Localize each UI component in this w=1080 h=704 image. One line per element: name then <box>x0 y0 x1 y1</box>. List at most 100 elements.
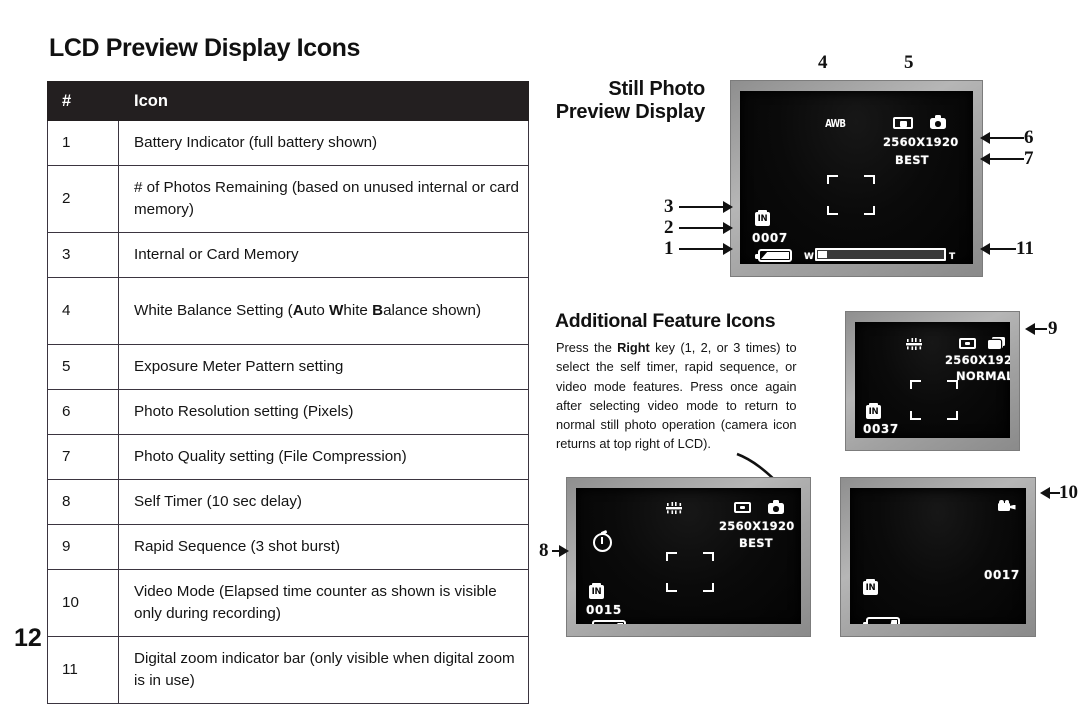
row-number: 2 <box>47 165 119 233</box>
row-number: 7 <box>47 434 119 480</box>
burst-frame-3 <box>988 340 1001 349</box>
callout-8: 8 <box>539 540 549 561</box>
table-header-icon: Icon <box>118 81 529 121</box>
focus-bracket-bottom-right <box>947 411 958 420</box>
row-number: 10 <box>47 569 119 637</box>
callout-9-line <box>1035 328 1047 330</box>
elapsed-counter-value: 0017 <box>984 568 1020 582</box>
table-row: 7 Photo Quality setting (File Compressio… <box>47 434 529 480</box>
rapid-sequence-lcd-frame: 2560X1920 NORMAL IN 0037 <box>845 311 1020 451</box>
rapid-sequence-icon <box>988 337 1005 349</box>
callout-2: 2 <box>664 217 674 238</box>
quality-value: BEST <box>895 153 929 167</box>
white-balance-icon <box>666 502 682 514</box>
callout-10: 10 <box>1059 482 1078 503</box>
row-number: 6 <box>47 389 119 435</box>
table-header-row: # Icon <box>47 81 529 121</box>
still-photo-lcd-screen: AWB 2560X1920 BEST IN 0007 W T <box>740 91 973 264</box>
row-number: 11 <box>47 636 119 704</box>
memory-in-icon: IN <box>755 209 770 226</box>
camera-mode-icon <box>930 115 946 129</box>
focus-brackets-icon <box>827 175 875 215</box>
spot-meter-icon <box>734 502 751 513</box>
table-row: 4 White Balance Setting (Auto White Bala… <box>47 277 529 345</box>
table-row: 1 Battery Indicator (full battery shown) <box>47 120 529 166</box>
focus-bracket-bottom-left <box>827 206 838 215</box>
row-number: 8 <box>47 479 119 525</box>
row-description: Self Timer (10 sec delay) <box>118 479 529 525</box>
rapid-sequence-lcd-screen: 2560X1920 NORMAL IN 0037 <box>855 322 1010 438</box>
callout-5: 5 <box>904 52 914 73</box>
focus-brackets-icon <box>910 380 958 420</box>
row-description: Digital zoom indicator bar (only visible… <box>118 636 529 704</box>
video-mode-icon <box>998 500 1016 512</box>
table-row: 11 Digital zoom indicator bar (only visi… <box>47 636 529 704</box>
photos-remaining-value: 0015 <box>586 603 622 617</box>
additional-feature-icons-heading: Additional Feature Icons <box>555 310 776 332</box>
focus-bracket-top-left <box>827 175 838 184</box>
table-row: 2 # of Photos Remaining (based on unused… <box>47 165 529 233</box>
callout-7-arrow-icon <box>980 153 990 165</box>
row-number: 4 <box>47 277 119 345</box>
battery-icon <box>755 249 792 262</box>
memory-in-icon: IN <box>863 578 878 595</box>
row-description: Battery Indicator (full battery shown) <box>118 120 529 166</box>
still-photo-label: Still Photo Preview Display <box>540 78 706 125</box>
row-number: 9 <box>47 524 119 570</box>
zoom-tele-label: T <box>949 252 956 262</box>
still-photo-label-line1: Still Photo <box>608 78 705 100</box>
digital-zoom-bar <box>815 248 946 261</box>
row-description: Internal or Card Memory <box>118 232 529 278</box>
row-description: Video Mode (Elapsed time counter as show… <box>118 569 529 637</box>
row-number: 1 <box>47 120 119 166</box>
callout-11-line <box>990 248 1016 250</box>
callout-3: 3 <box>664 196 674 217</box>
callout-4: 4 <box>818 52 828 73</box>
focus-bracket-bottom-right <box>703 583 714 592</box>
row-number: 3 <box>47 232 119 278</box>
camera-mode-icon <box>768 500 784 514</box>
callout-7-line <box>990 158 1024 160</box>
callout-9: 9 <box>1048 318 1058 339</box>
callout-1-line <box>679 248 724 250</box>
callout-3-line <box>679 206 724 208</box>
focus-bracket-top-right <box>947 380 958 389</box>
row-description: Rapid Sequence (3 shot burst) <box>118 524 529 570</box>
table-row: 8 Self Timer (10 sec delay) <box>47 479 529 525</box>
video-mode-lcd-frame: 0017 IN <box>840 477 1036 637</box>
focus-bracket-bottom-right <box>864 206 875 215</box>
callout-8-arrow-icon <box>559 545 569 557</box>
callout-6-arrow-icon <box>980 132 990 144</box>
photos-remaining-value: 0007 <box>752 231 788 245</box>
focus-bracket-top-left <box>910 380 921 389</box>
row-description: Photo Resolution setting (Pixels) <box>118 389 529 435</box>
focus-bracket-bottom-left <box>666 583 677 592</box>
lcd-icon-table: # Icon 1 Battery Indicator (full battery… <box>47 81 529 704</box>
table-row: 10 Video Mode (Elapsed time counter as s… <box>47 569 529 637</box>
callout-10-arrow-icon <box>1040 487 1050 499</box>
callout-9-arrow-icon <box>1025 323 1035 335</box>
body-text-after: key (1, 2, or 3 times) to select the sel… <box>556 340 797 452</box>
focus-bracket-top-left <box>666 552 677 561</box>
row-description: Photo Quality setting (File Compression) <box>118 434 529 480</box>
spot-meter-icon <box>959 338 976 349</box>
table-row: 9 Rapid Sequence (3 shot burst) <box>47 524 529 570</box>
page-title: LCD Preview Display Icons <box>49 34 360 62</box>
memory-in-icon: IN <box>589 582 604 599</box>
callout-2-line <box>679 227 724 229</box>
table-header-number: # <box>47 81 119 121</box>
battery-fill <box>616 623 623 624</box>
focus-bracket-bottom-left <box>910 411 921 420</box>
callout-6: 6 <box>1024 127 1034 148</box>
self-timer-lcd-frame: 2560X1920 BEST IN 0015 <box>566 477 811 637</box>
awb-white-balance-icon: AWB <box>825 118 846 130</box>
table-row: 3 Internal or Card Memory <box>47 232 529 278</box>
white-balance-icon <box>906 338 922 350</box>
left-column: LCD Preview Display Icons # Icon 1 Batte… <box>47 34 537 704</box>
callout-1-arrow-icon <box>723 243 733 255</box>
table-row: 5 Exposure Meter Pattern setting <box>47 344 529 390</box>
video-icon-lens <box>1009 504 1016 510</box>
still-photo-lcd-frame: AWB 2560X1920 BEST IN 0007 W T <box>730 80 983 277</box>
callout-11: 11 <box>1016 238 1034 259</box>
callout-11-arrow-icon <box>980 243 990 255</box>
